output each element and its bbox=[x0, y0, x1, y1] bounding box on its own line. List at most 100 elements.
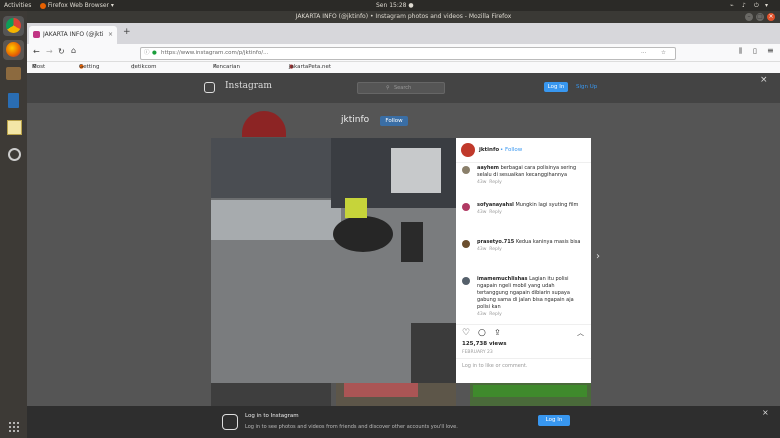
volume-icon[interactable]: ♪ bbox=[742, 0, 746, 11]
comment-avatar[interactable] bbox=[462, 203, 470, 211]
document-icon bbox=[8, 93, 19, 108]
comment-avatar[interactable] bbox=[462, 240, 470, 248]
comment-time[interactable]: 43w bbox=[477, 210, 486, 215]
chromium-launcher[interactable] bbox=[3, 16, 24, 36]
maximize-button[interactable]: □ bbox=[756, 13, 764, 21]
show-applications-button[interactable] bbox=[3, 417, 24, 437]
reply-button[interactable]: Reply bbox=[489, 247, 501, 252]
navigation-bar: ← → ↻ ⌂ ⓘ ● https://www.instagram.com/p/… bbox=[27, 44, 780, 62]
comment-text: Kedua kaninya masis bisa bbox=[515, 239, 581, 245]
files-launcher[interactable] bbox=[3, 64, 24, 84]
post-follow-link[interactable]: • Follow bbox=[500, 147, 522, 153]
network-icon[interactable]: ⌁ bbox=[730, 0, 734, 11]
file-manager-icon bbox=[6, 67, 21, 80]
window-title-bar: JAKARTA INFO (@jktinfo) • Instagram phot… bbox=[27, 11, 780, 23]
chevron-up-icon[interactable]: ︿ bbox=[577, 328, 584, 338]
firefox-window: JAKARTA INFO (@jktinfo) • Instagram phot… bbox=[27, 11, 780, 438]
reply-button[interactable]: Reply bbox=[489, 210, 501, 215]
tab-label: JAKARTA INFO (@jkti bbox=[43, 31, 104, 38]
comment-username[interactable]: imamemuchlishas bbox=[477, 276, 528, 282]
home-icon[interactable]: ⌂ bbox=[71, 46, 76, 55]
instagram-header: Instagram ⚲ Search Log In Sign Up bbox=[27, 73, 780, 103]
comment-time[interactable]: 43w bbox=[477, 180, 486, 185]
comment-item: sofyanayahsl Mungkin lagi syuting film 4… bbox=[462, 202, 587, 216]
heart-icon[interactable]: ♡ bbox=[462, 328, 470, 338]
profile-avatar[interactable] bbox=[242, 111, 286, 137]
comment-time[interactable]: 43w bbox=[477, 247, 486, 252]
firefox-launcher[interactable] bbox=[3, 40, 24, 60]
thumbnail-banner bbox=[473, 385, 587, 397]
new-tab-button[interactable]: + bbox=[123, 27, 131, 37]
minimize-button[interactable]: – bbox=[745, 13, 753, 21]
back-icon[interactable]: ← bbox=[33, 47, 40, 56]
info-icon[interactable]: ⓘ bbox=[144, 48, 150, 59]
post-date: FEBRUARY 23 bbox=[462, 350, 493, 355]
banner-login-button[interactable]: Log In bbox=[538, 415, 570, 426]
lock-icon: ● bbox=[152, 50, 157, 56]
search-input[interactable]: ⚲ Search bbox=[357, 82, 445, 94]
header-login-button[interactable]: Log In bbox=[544, 82, 568, 92]
share-icon[interactable]: ⇪ bbox=[494, 328, 501, 337]
modal-close-button[interactable]: × bbox=[760, 75, 768, 85]
power-icon[interactable]: ⏻ bbox=[754, 0, 759, 11]
instagram-logo-icon[interactable] bbox=[204, 82, 215, 93]
comment-item: prasetyo.715 Kedua kaninya masis bisa 43… bbox=[462, 239, 587, 253]
login-to-like-link[interactable]: Log in to like or comment. bbox=[462, 363, 528, 369]
terminal-launcher[interactable] bbox=[3, 145, 24, 165]
page-actions-icon[interactable]: ··· bbox=[641, 48, 646, 59]
banner-title: Log in to Instagram bbox=[245, 413, 299, 419]
comment-avatar[interactable] bbox=[462, 166, 470, 174]
menu-icon[interactable]: ≡ bbox=[767, 46, 774, 55]
search-icon: ⚲ bbox=[386, 85, 390, 91]
firefox-icon bbox=[6, 42, 21, 57]
url-text: https://www.instagram.com/p/jktinfo/... bbox=[161, 50, 269, 56]
reply-button[interactable]: Reply bbox=[489, 180, 501, 185]
banner-subtitle: Log in to see photos and videos from fri… bbox=[245, 424, 458, 430]
comment-avatar[interactable] bbox=[462, 277, 470, 285]
comment-time[interactable]: 43w bbox=[477, 312, 486, 317]
view-count: 125,738 views bbox=[462, 341, 507, 347]
profile-follow-button[interactable]: Follow bbox=[380, 116, 408, 126]
forward-icon[interactable]: → bbox=[46, 47, 53, 56]
profile-name: jktinfo bbox=[341, 115, 370, 125]
post-actions: ♡ ○ ⇪ ︿ 125,738 views FEBRUARY 23 Log in… bbox=[456, 324, 591, 384]
reply-button[interactable]: Reply bbox=[489, 312, 501, 317]
chevron-down-icon[interactable]: ▾ bbox=[765, 0, 768, 11]
comment-username[interactable]: aayhem bbox=[477, 165, 499, 171]
post-username[interactable]: jktinfo bbox=[479, 147, 499, 153]
writer-launcher[interactable] bbox=[3, 91, 24, 111]
app-menu[interactable]: Firefox Web Browser ▾ bbox=[40, 0, 114, 11]
login-banner: Log in to Instagram Log in to see photos… bbox=[27, 406, 780, 438]
next-post-arrow-icon[interactable]: › bbox=[596, 251, 600, 262]
tab-instagram[interactable]: JAKARTA INFO (@jkti × bbox=[29, 26, 117, 44]
post-photo[interactable] bbox=[211, 138, 456, 383]
magnifier-icon bbox=[8, 148, 21, 161]
post-photo-illustration bbox=[211, 138, 456, 383]
comment-username[interactable]: prasetyo.715 bbox=[477, 239, 514, 245]
system-top-bar: Activities Firefox Web Browser ▾ Sen 15:… bbox=[0, 0, 780, 11]
post-avatar[interactable] bbox=[461, 143, 475, 157]
url-bar[interactable]: ⓘ ● https://www.instagram.com/p/jktinfo/… bbox=[140, 47, 676, 60]
close-tab-icon[interactable]: × bbox=[108, 26, 113, 44]
text-editor-launcher[interactable] bbox=[3, 117, 24, 137]
post-header: jktinfo • Follow bbox=[456, 138, 591, 163]
close-window-button[interactable]: × bbox=[767, 13, 775, 21]
sidebar-icon[interactable]: ▯ bbox=[753, 47, 757, 55]
reload-icon[interactable]: ↻ bbox=[58, 47, 65, 56]
launcher bbox=[0, 11, 28, 438]
comment-item: aayhem berbagai cara polisinya sering se… bbox=[462, 165, 587, 186]
banner-close-button[interactable]: × bbox=[762, 408, 769, 417]
comment-icon[interactable]: ○ bbox=[478, 328, 486, 338]
header-signup-link[interactable]: Sign Up bbox=[576, 82, 597, 92]
firefox-small-icon bbox=[40, 2, 46, 9]
divider bbox=[456, 358, 591, 359]
chrome-icon bbox=[6, 18, 21, 33]
comment-username[interactable]: sofyanayahsl bbox=[477, 202, 514, 208]
instagram-wordmark[interactable]: Instagram bbox=[225, 81, 272, 91]
bookmark-star-icon[interactable]: ☆ bbox=[661, 48, 666, 59]
clock[interactable]: Sen 15:28 ● bbox=[376, 0, 414, 11]
activities-button[interactable]: Activities bbox=[4, 0, 31, 11]
chevron-down-icon: ▾ bbox=[110, 2, 114, 9]
library-icon[interactable]: ⫼ bbox=[739, 47, 742, 56]
window-title: JAKARTA INFO (@jktinfo) • Instagram phot… bbox=[295, 13, 512, 20]
